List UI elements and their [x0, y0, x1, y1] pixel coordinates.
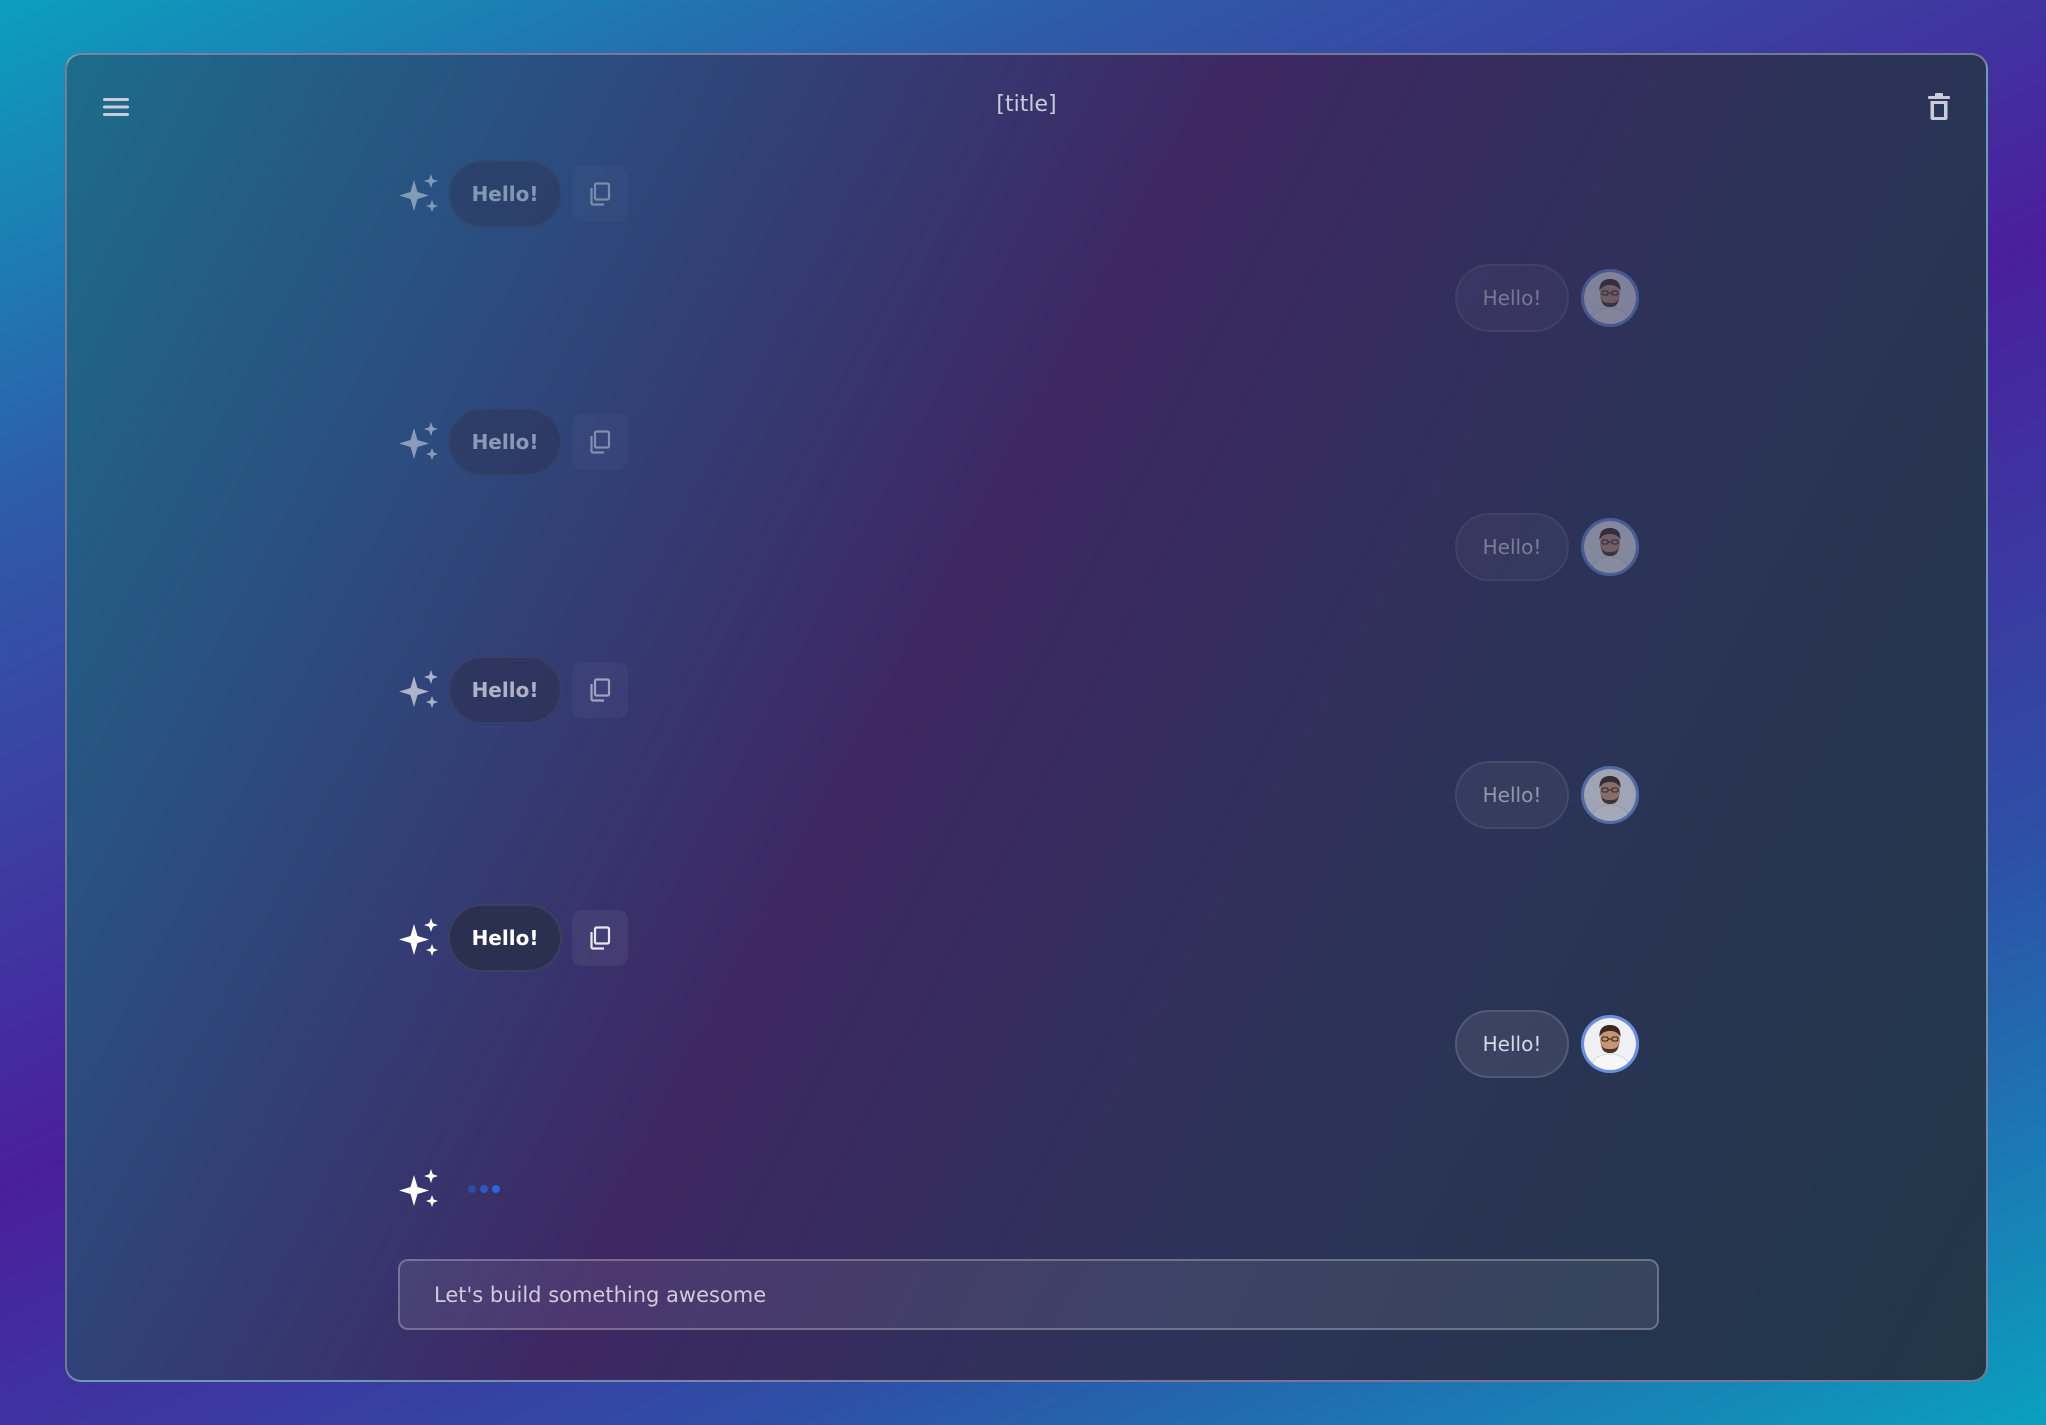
copy-icon [590, 926, 611, 950]
user-message: Hello! [1455, 264, 1639, 332]
typing-dots [468, 1185, 500, 1193]
assistant-message: Hello! [398, 656, 628, 724]
copy-button[interactable] [572, 662, 628, 718]
avatar [1581, 1015, 1639, 1073]
typing-dot [468, 1185, 476, 1193]
page-title: [title] [996, 92, 1057, 117]
copy-icon [590, 182, 611, 206]
assistant-message-bubble: Hello! [448, 904, 562, 972]
user-message: Hello! [1455, 1010, 1639, 1078]
assistant-message-bubble: Hello! [448, 408, 562, 476]
copy-button[interactable] [572, 910, 628, 966]
assistant-message: Hello! [398, 904, 628, 972]
delete-chat-button[interactable] [1917, 85, 1961, 129]
chat-window: [title] Hello! Hello! Hello! Hello! Hell… [65, 53, 1988, 1382]
user-message-bubble: Hello! [1455, 761, 1569, 829]
user-message-bubble: Hello! [1455, 1010, 1569, 1078]
user-message: Hello! [1455, 761, 1639, 829]
sparkles-icon [399, 422, 438, 460]
message-input[interactable] [398, 1259, 1659, 1330]
user-message-bubble: Hello! [1455, 264, 1569, 332]
trash-icon [1928, 93, 1950, 120]
user-message-bubble: Hello! [1455, 513, 1569, 581]
assistant-message: Hello! [398, 408, 628, 476]
avatar [1581, 766, 1639, 824]
avatar [1581, 518, 1639, 576]
copy-button[interactable] [572, 166, 628, 222]
user-message: Hello! [1455, 513, 1639, 581]
typing-indicator [398, 1167, 500, 1211]
sparkles-icon [399, 670, 438, 708]
avatar [1581, 269, 1639, 327]
typing-dot [480, 1185, 488, 1193]
sparkles-icon [399, 1169, 438, 1207]
sparkles-icon [399, 174, 438, 212]
copy-icon [590, 678, 611, 702]
assistant-message-bubble: Hello! [448, 160, 562, 228]
assistant-message-bubble: Hello! [448, 656, 562, 724]
copy-button[interactable] [572, 414, 628, 470]
assistant-message: Hello! [398, 160, 628, 228]
sparkles-icon [399, 918, 438, 956]
copy-icon [590, 430, 611, 454]
typing-dot [492, 1185, 500, 1193]
